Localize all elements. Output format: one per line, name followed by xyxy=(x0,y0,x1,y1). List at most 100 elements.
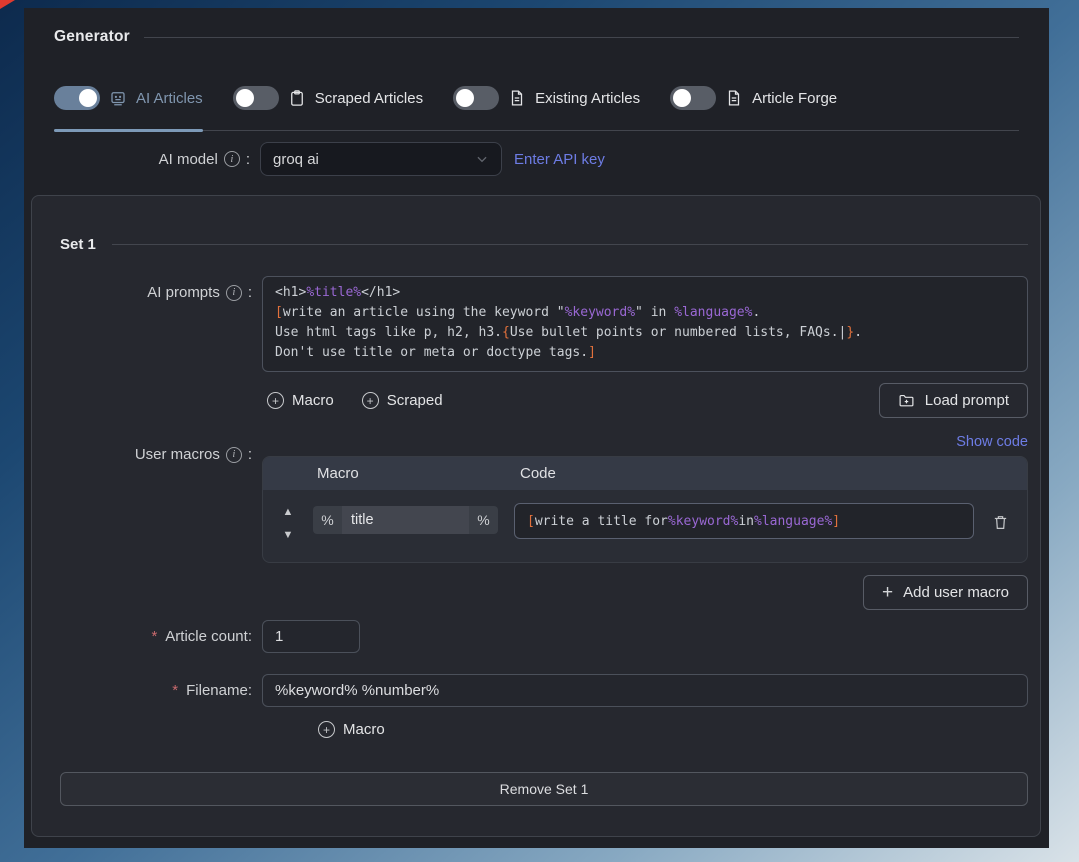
insert-macro-label: Macro xyxy=(292,392,334,409)
document-icon xyxy=(508,89,526,107)
macro-column-header: Macro xyxy=(263,465,513,482)
header-row: Generator xyxy=(54,28,1019,46)
ai-model-label-text: AI model xyxy=(159,151,218,168)
enter-api-key-link[interactable]: Enter API key xyxy=(514,151,605,168)
filename-macro-row: + Macro xyxy=(60,721,1028,738)
plus-circle-icon: + xyxy=(267,392,284,409)
required-asterisk: * xyxy=(172,682,178,699)
reorder-arrows: ▲ ▼ xyxy=(263,503,313,541)
set-1-panel: Set 1 AI prompts i : <h1>%title%</h1>[wr… xyxy=(31,195,1041,837)
macro-table-row: ▲ ▼ % % [write a title for %keyword% in … xyxy=(263,490,1027,562)
ai-model-row: AI model i : groq ai Enter API key xyxy=(54,142,1019,176)
user-macros-label-text: User macros xyxy=(135,446,220,463)
article-count-input[interactable] xyxy=(262,620,360,653)
toggle-knob xyxy=(456,89,474,107)
plus-circle-icon: + xyxy=(318,721,335,738)
add-user-macro-label: Add user macro xyxy=(903,584,1009,601)
article-count-label-text: Article count: xyxy=(165,628,252,645)
macros-table-header: Macro Code xyxy=(263,457,1027,490)
insert-macro-button[interactable]: + Macro xyxy=(267,392,334,409)
ai-prompts-label-text: AI prompts xyxy=(147,284,220,301)
existing-articles-toggle[interactable] xyxy=(453,86,499,110)
show-code-row: Show code xyxy=(262,434,1028,450)
tab-label-scraped-articles: Scraped Articles xyxy=(315,90,423,107)
document-icon xyxy=(725,89,743,107)
label-colon: : xyxy=(248,446,252,463)
plus-circle-icon: + xyxy=(362,392,379,409)
remove-set-button[interactable]: Remove Set 1 xyxy=(60,772,1028,806)
toggle-knob xyxy=(236,89,254,107)
tab-label-existing-articles: Existing Articles xyxy=(535,90,640,107)
macro-prefix: % xyxy=(313,506,342,534)
delete-macro-button[interactable] xyxy=(992,513,1009,531)
prompt-buttons-area: + Macro + Scraped Load prompt xyxy=(262,383,1028,418)
move-up-button[interactable]: ▲ xyxy=(283,507,294,518)
required-asterisk: * xyxy=(151,628,157,645)
load-prompt-label: Load prompt xyxy=(925,392,1009,409)
filename-row: * Filename: xyxy=(60,674,1028,707)
top-section: Generator AI Articles Scraped Articles xyxy=(24,8,1049,176)
robot-icon xyxy=(109,89,127,107)
move-down-button[interactable]: ▼ xyxy=(283,530,294,541)
user-macros-label: User macros i : xyxy=(60,438,252,463)
folder-plus-icon xyxy=(898,392,915,409)
scraped-articles-toggle[interactable] xyxy=(233,86,279,110)
filename-input[interactable] xyxy=(262,674,1028,707)
user-macros-column: Show code Macro Code ▲ ▼ % xyxy=(262,438,1028,563)
ai-prompts-row: AI prompts i : <h1>%title%</h1>[write an… xyxy=(60,276,1028,372)
info-icon[interactable]: i xyxy=(226,285,242,301)
trash-icon xyxy=(992,513,1009,531)
ai-model-selected-value: groq ai xyxy=(273,151,319,168)
page-title: Generator xyxy=(54,28,130,46)
ai-model-label: AI model i : xyxy=(54,151,250,168)
prompt-buttons-row: + Macro + Scraped Load prompt xyxy=(60,383,1028,418)
generator-app: Generator AI Articles Scraped Articles xyxy=(24,8,1049,848)
insert-scraped-button[interactable]: + Scraped xyxy=(362,392,443,409)
ai-prompts-label: AI prompts i : xyxy=(60,276,252,301)
remove-set-row: Remove Set 1 xyxy=(60,772,1028,806)
macro-name-group: % % xyxy=(313,506,498,534)
add-user-macro-row: + Add user macro xyxy=(60,575,1028,610)
insert-scraped-label: Scraped xyxy=(387,392,443,409)
label-colon: : xyxy=(248,284,252,301)
user-macros-table: Macro Code ▲ ▼ % % [write a tit xyxy=(262,456,1028,563)
article-count-row: * Article count: xyxy=(60,620,1028,653)
plus-icon: + xyxy=(882,583,893,602)
macro-suffix: % xyxy=(469,506,498,534)
macro-code-input[interactable]: [write a title for %keyword% in %languag… xyxy=(514,503,974,539)
article-forge-toggle[interactable] xyxy=(670,86,716,110)
filename-macro-area: + Macro xyxy=(262,721,1028,738)
add-user-macro-button[interactable]: + Add user macro xyxy=(863,575,1028,610)
set-title: Set 1 xyxy=(60,236,96,253)
trash-column xyxy=(974,503,1027,531)
filename-label: * Filename: xyxy=(60,682,252,699)
toggle-knob xyxy=(673,89,691,107)
filename-insert-macro-button[interactable]: + Macro xyxy=(318,721,385,738)
info-icon[interactable]: i xyxy=(226,447,242,463)
tab-existing-articles[interactable]: Existing Articles xyxy=(453,86,640,130)
article-source-tabs: AI Articles Scraped Articles Existing Ar… xyxy=(54,86,1019,131)
macro-name-input[interactable] xyxy=(342,506,469,534)
ai-model-select[interactable]: groq ai xyxy=(260,142,502,176)
show-code-link[interactable]: Show code xyxy=(956,434,1028,450)
filename-macro-label: Macro xyxy=(343,721,385,738)
toggle-knob xyxy=(79,89,97,107)
set-1-header: Set 1 xyxy=(60,236,1028,253)
article-count-label: * Article count: xyxy=(60,628,252,645)
code-column-header: Code xyxy=(513,465,1027,482)
set-divider xyxy=(112,244,1028,245)
tab-label-article-forge: Article Forge xyxy=(752,90,837,107)
clipboard-icon xyxy=(288,89,306,107)
load-prompt-button[interactable]: Load prompt xyxy=(879,383,1028,418)
corner-pointer-artifact xyxy=(0,0,15,9)
tab-article-forge[interactable]: Article Forge xyxy=(670,86,837,130)
chevron-down-icon xyxy=(475,152,489,166)
user-macros-row: User macros i : Show code Macro Code ▲ xyxy=(60,438,1028,563)
tab-label-ai-articles: AI Articles xyxy=(136,90,203,107)
info-icon[interactable]: i xyxy=(224,151,240,167)
ai-prompts-editor[interactable]: <h1>%title%</h1>[write an article using … xyxy=(262,276,1028,372)
tab-ai-articles[interactable]: AI Articles xyxy=(54,86,203,130)
ai-articles-toggle[interactable] xyxy=(54,86,100,110)
header-divider xyxy=(144,37,1019,38)
tab-scraped-articles[interactable]: Scraped Articles xyxy=(233,86,423,130)
